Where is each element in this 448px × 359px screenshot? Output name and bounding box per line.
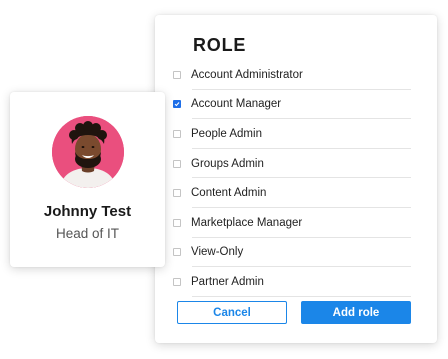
role-title: ROLE [193,35,247,55]
role-list: Account Administrator Account Manager Pe… [173,60,411,297]
role-option[interactable]: Partner Admin [173,267,411,297]
role-checkbox[interactable] [173,70,181,79]
role-option[interactable]: Marketplace Manager [173,208,411,238]
role-option-label: Account Administrator [191,68,303,81]
profile-card: Johnny Test Head of IT [10,92,165,267]
role-option-label: Account Manager [191,98,282,111]
role-option-label: People Admin [191,127,262,140]
role-checkbox[interactable] [173,248,181,257]
role-checkbox[interactable] [173,277,181,286]
role-checkbox[interactable] [173,159,181,168]
role-option[interactable]: People Admin [173,119,411,149]
role-option[interactable]: Groups Admin [173,149,411,179]
role-dialog: ROLE Account Administrator Account Manag… [155,15,437,343]
profile-job-title: Head of IT [55,226,120,241]
role-option-label: Marketplace Manager [191,216,303,229]
add-role-button[interactable]: Add role [301,301,411,324]
role-option-label: View-Only [191,246,244,259]
role-checkbox[interactable] [173,100,181,109]
avatar [52,116,124,188]
cancel-button[interactable]: Cancel [177,301,287,324]
role-option[interactable]: View-Only [173,238,411,268]
role-option[interactable]: Content Admin [173,178,411,208]
person-portrait-icon [52,116,124,188]
role-option-label: Groups Admin [191,157,264,170]
role-checkbox[interactable] [173,189,181,198]
role-option[interactable]: Account Administrator [173,60,411,90]
role-checkbox[interactable] [173,129,181,138]
role-option-label: Content Admin [191,187,267,200]
profile-name: Johnny Test [43,203,132,220]
role-option[interactable]: Account Manager [173,90,411,120]
role-checkbox[interactable] [173,218,181,227]
stage: ROLE Account Administrator Account Manag… [0,0,448,359]
role-option-label: Partner Admin [191,275,264,288]
